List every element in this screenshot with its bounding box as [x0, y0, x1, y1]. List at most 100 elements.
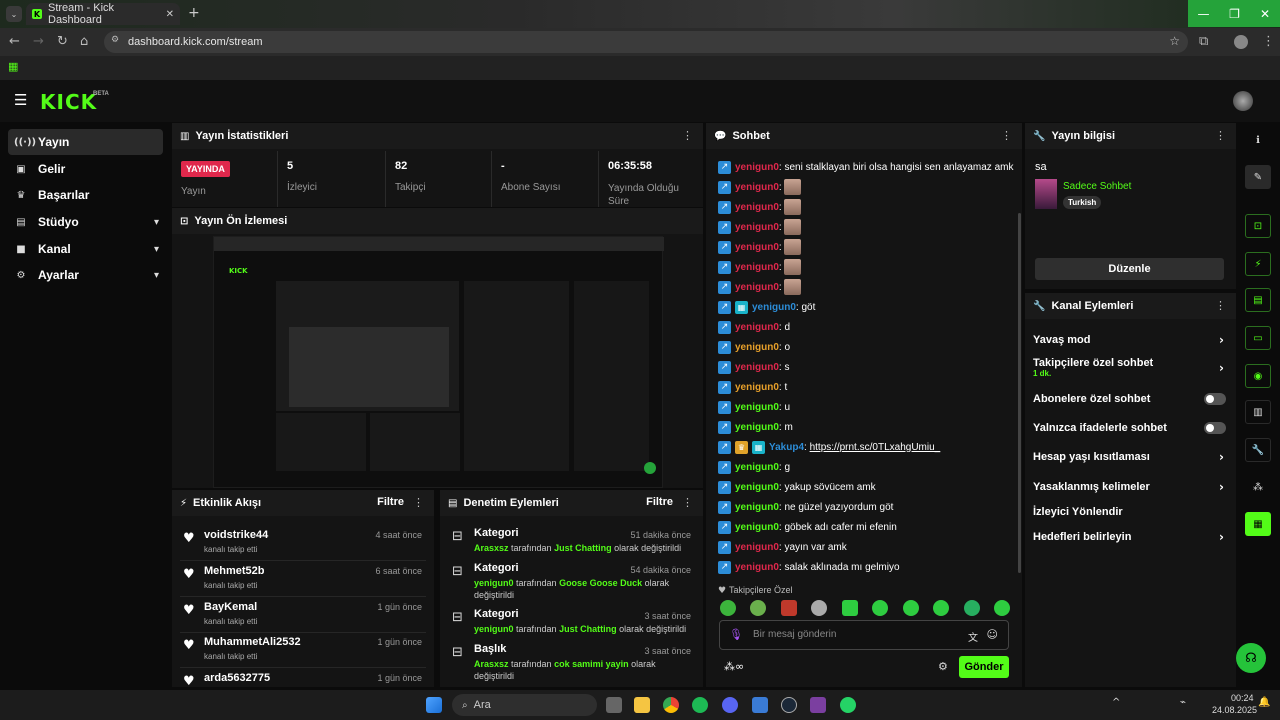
kick-points-icon[interactable]: ⁂: [1245, 475, 1271, 499]
browser-menu-icon[interactable]: ⋮: [1262, 34, 1275, 49]
emote-icon[interactable]: [780, 600, 797, 616]
chat-username[interactable]: yenigun0: [735, 542, 779, 553]
chat-input-box[interactable]: 🎙 Bir mesaj gönderin 文 ☺: [719, 620, 1009, 650]
network-icon[interactable]: ⌁: [1180, 697, 1186, 708]
taskbar-search[interactable]: ⌕ Ara: [452, 694, 597, 716]
forward-icon[interactable]: →: [33, 34, 44, 49]
support-button[interactable]: ☊: [1236, 643, 1266, 673]
chat-username[interactable]: yenigun0: [735, 462, 779, 473]
tab-search-button[interactable]: ⌄: [6, 6, 22, 22]
list-item[interactable]: ♥ voidstrike44 kanalı takip etti 4 saat önc…: [180, 525, 426, 561]
kick-points-icon[interactable]: ⁂∞: [724, 660, 744, 673]
list-item[interactable]: ♥ MuhammetAli2532 kanalı takip etti 1 gün ö…: [180, 632, 426, 668]
sidebar-item-yayin[interactable]: ((·)) Yayın: [8, 129, 163, 155]
emote-icon[interactable]: [720, 600, 736, 616]
emote-icon[interactable]: [841, 600, 858, 616]
microphone-icon[interactable]: 🎙: [729, 628, 743, 641]
extensions-icon[interactable]: ⧉: [1199, 34, 1208, 49]
windows-start-icon[interactable]: [426, 697, 442, 713]
chat-username[interactable]: yenigun0: [752, 302, 796, 313]
task-view-icon[interactable]: [606, 697, 622, 713]
document-icon[interactable]: ▤: [1245, 288, 1271, 312]
app-icon[interactable]: [752, 697, 768, 713]
more-options-icon[interactable]: ⋮: [1215, 299, 1226, 312]
file-explorer-icon[interactable]: [634, 697, 650, 713]
new-tab-button[interactable]: +: [188, 5, 200, 21]
reload-icon[interactable]: ↻: [57, 34, 68, 49]
bookmark-star-icon[interactable]: ☆: [1169, 34, 1180, 48]
home-icon[interactable]: ⌂: [80, 34, 88, 49]
followers-chat-row[interactable]: Takipçilere özel sohbet 1 dk. ›: [1033, 357, 1228, 387]
sidebar-item-kanal[interactable]: ■ Kanal ▾: [8, 236, 163, 262]
info-icon[interactable]: ℹ: [1245, 128, 1271, 152]
chat-username[interactable]: yenigun0: [735, 362, 779, 373]
emote-icon[interactable]: [933, 600, 950, 616]
set-goals-row[interactable]: Hedefleri belirleyin ›: [1033, 525, 1228, 549]
clock-time[interactable]: 00:24: [1231, 693, 1254, 703]
site-info-icon[interactable]: ⚙: [111, 35, 119, 45]
whatsapp-icon[interactable]: [840, 697, 856, 713]
tray-chevron-icon[interactable]: ^: [1112, 697, 1120, 708]
user-avatar[interactable]: [1233, 91, 1253, 111]
emote-chat-toggle[interactable]: [1204, 422, 1226, 434]
chat-username[interactable]: yenigun0: [735, 522, 779, 533]
clock-date[interactable]: 24.08.2025: [1212, 705, 1257, 715]
crop-icon[interactable]: ⊡: [1245, 214, 1271, 238]
chrome-icon[interactable]: [663, 697, 679, 713]
close-window-button[interactable]: ✕: [1250, 0, 1280, 27]
chat-settings-icon[interactable]: ⚙: [938, 660, 948, 673]
kick-logo[interactable]: KICK: [40, 90, 97, 114]
account-age-row[interactable]: Hesap yaşı kısıtlaması ›: [1033, 445, 1228, 469]
banned-words-row[interactable]: Yasaklanmış kelimeler ›: [1033, 475, 1228, 499]
maximize-button[interactable]: ❐: [1219, 0, 1250, 27]
steam-icon[interactable]: [781, 697, 797, 713]
chat-username[interactable]: yenigun0: [735, 222, 779, 233]
chat-username[interactable]: yenigun0: [735, 202, 779, 213]
layout-icon[interactable]: ▥: [1245, 400, 1271, 424]
list-item[interactable]: ♥ arda5632775 1 gün önce: [180, 668, 426, 687]
chat-username[interactable]: Yakup4: [769, 442, 804, 453]
spotify-icon[interactable]: [692, 697, 708, 713]
hamburger-menu-icon[interactable]: ☰: [14, 91, 27, 109]
chat-scrollbar[interactable]: [1018, 213, 1021, 573]
browser-tab[interactable]: K Stream - Kick Dashboard ✕: [26, 2, 180, 26]
sidebar-item-basarilar[interactable]: ♛ Başarılar: [8, 182, 163, 208]
chat-username[interactable]: yenigun0: [735, 502, 779, 513]
list-item[interactable]: ♥ BayKemal kanalı takip etti 1 gün önce: [180, 597, 426, 633]
emote-icon[interactable]: [811, 600, 828, 616]
chat-username[interactable]: yenigun0: [735, 402, 779, 413]
chat-link[interactable]: https://prnt.sc/0TLxahgUmiu_: [810, 442, 941, 453]
chat-username[interactable]: yenigun0: [735, 482, 779, 493]
emote-icon[interactable]: [750, 600, 767, 616]
notification-bell-icon[interactable]: 🔔: [1258, 697, 1270, 708]
chat-username[interactable]: yenigun0: [735, 422, 779, 433]
translate-icon[interactable]: 文: [968, 629, 978, 644]
subs-chat-toggle[interactable]: [1204, 393, 1226, 405]
chat-username[interactable]: yenigun0: [735, 382, 779, 393]
discord-icon[interactable]: [722, 697, 738, 713]
sidebar-item-gelir[interactable]: ▣ Gelir: [8, 156, 163, 182]
sidebar-item-ayarlar[interactable]: ⚙ Ayarlar ▾: [8, 262, 163, 288]
apps-grid-icon[interactable]: ▦: [8, 60, 18, 73]
more-options-icon[interactable]: ⋮: [413, 496, 424, 509]
slow-mode-row[interactable]: Yavaş mod ›: [1033, 328, 1228, 352]
profile-avatar[interactable]: [1234, 35, 1248, 49]
emote-icon[interactable]: [993, 600, 1010, 616]
more-options-icon[interactable]: ⋮: [1001, 129, 1012, 142]
emoji-picker-icon[interactable]: ☺: [987, 628, 998, 641]
chat-username[interactable]: yenigun0: [735, 262, 779, 273]
send-button[interactable]: Gönder: [959, 656, 1009, 678]
lightning-icon[interactable]: ⚡: [1245, 252, 1271, 276]
edit-button[interactable]: Düzenle: [1035, 258, 1224, 280]
category-name[interactable]: Sadece Sohbet: [1063, 181, 1131, 192]
chat-icon[interactable]: ▭: [1245, 326, 1271, 350]
chat-username[interactable]: yenigun0: [735, 242, 779, 253]
edit-icon[interactable]: ✎: [1245, 165, 1271, 189]
more-options-icon[interactable]: ⋮: [682, 496, 693, 509]
minimize-button[interactable]: —: [1188, 0, 1219, 27]
wrench-icon[interactable]: 🔧: [1245, 438, 1271, 462]
chat-username[interactable]: yenigun0: [735, 182, 779, 193]
chat-username[interactable]: yenigun0: [735, 562, 779, 573]
filter-button[interactable]: Filtre: [646, 496, 673, 508]
broadcast-icon[interactable]: ◉: [1245, 364, 1271, 388]
